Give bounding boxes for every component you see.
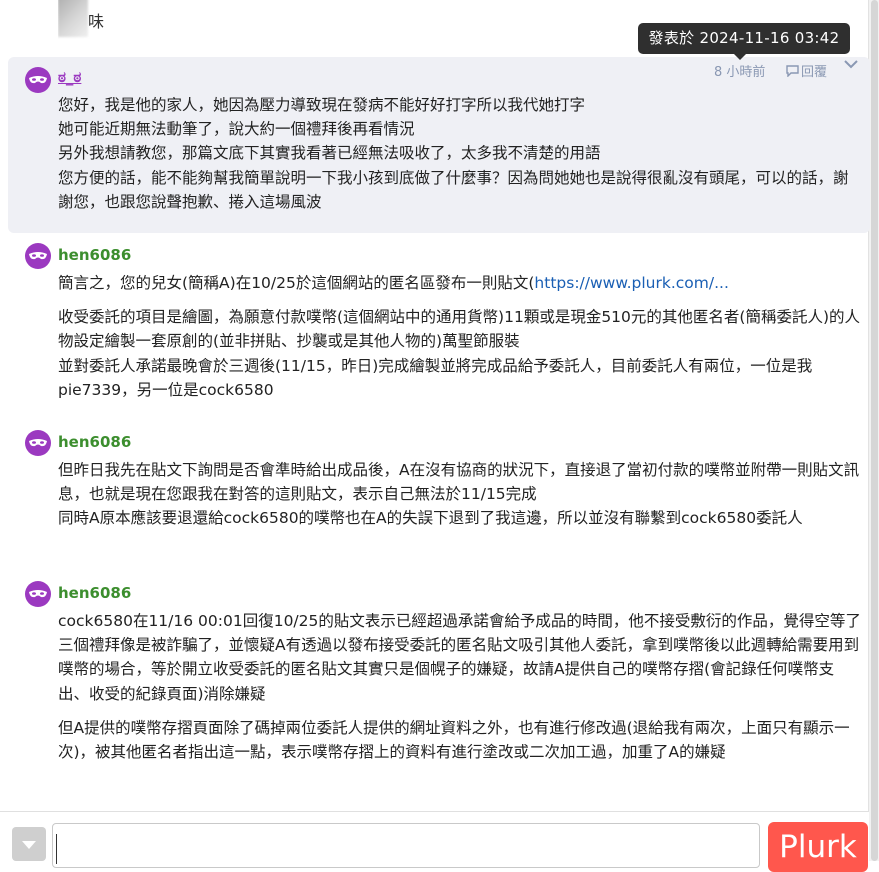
response-paragraph: 並對委託人承諾最晚會於三週後(11/15，昨日)完成繪製並將完成品給予委託人，目…	[58, 356, 813, 399]
reply-label: 回覆	[801, 65, 828, 80]
plurk-submit-button[interactable]: Plurk	[768, 822, 868, 872]
response-text: 簡言之，您的兒女(簡稱A)在10/25於這個網站的匿名區發布一則貼文(	[58, 274, 535, 292]
response-item: hen6086 但昨日我先在貼文下詢問是否會準時給出成品後，A在沒有協商的狀況下…	[8, 422, 870, 572]
response-content: cock6580在11/16 00:01回復10/25的貼文表示已經超過承諾會給…	[58, 609, 863, 764]
thumbnail-text: 味	[88, 12, 105, 31]
response-item: hen6086 簡言之，您的兒女(簡稱A)在10/25於這個網站的匿名區發布一則…	[8, 236, 870, 416]
response-line: 另外我想請教您，那篇文底下其實我看著已經無法吸收了，太多我不清楚的用語	[58, 144, 601, 163]
response-paragraph: 簡言之，您的兒女(簡稱A)在10/25於這個網站的匿名區發布一則貼文(https…	[58, 271, 863, 295]
response-paragraph: 但A提供的噗幣存摺頁面除了碼掉兩位委託人提供的網址資料之外，也有進行修改過(退給…	[58, 718, 850, 762]
timestamp-tooltip: 發表於 2024-11-16 03:42	[638, 23, 850, 60]
response-username[interactable]: hen6086	[58, 246, 131, 264]
expand-composer-button[interactable]	[12, 827, 46, 861]
response-item: ಠ_ಠ 您好，我是他的家人，她因為壓力導致現在發病不能好好打字所以我代她打字 她…	[8, 57, 870, 233]
speech-bubble-icon	[786, 64, 799, 77]
thumbnail-image	[58, 0, 88, 37]
scrollbar-thumb[interactable]	[871, 0, 878, 861]
response-paragraph: 收受委託的項目是繪圖，為願意付款噗幣(這個網站中的通用貨幣)11顆或是現金510…	[58, 308, 860, 351]
response-paragraph: cock6580在11/16 00:01回復10/25的貼文表示已經超過承諾會給…	[58, 612, 861, 703]
anonymous-mask-icon	[25, 243, 51, 269]
response-content: 簡言之，您的兒女(簡稱A)在10/25於這個網站的匿名區發布一則貼文(https…	[58, 271, 863, 402]
response-line: 您方便的話，能不能夠幫我簡單說明一下我小孩到底做了什麼事？因為問她她也是說得很亂…	[58, 168, 849, 211]
response-paragraph: 但昨日我先在貼文下詢問是否會準時給出成品後，A在沒有協商的狀況下，直接退了當初付…	[58, 461, 860, 504]
response-input[interactable]	[52, 823, 760, 868]
response-content: 但昨日我先在貼文下詢問是否會準時給出成品後，A在沒有協商的狀況下，直接退了當初付…	[58, 458, 863, 531]
anonymous-mask-icon	[25, 581, 51, 607]
response-username[interactable]: hen6086	[58, 584, 131, 602]
reply-button[interactable]: 回覆	[786, 61, 827, 80]
response-time[interactable]: 8 小時前	[714, 61, 765, 80]
response-line: 您好，我是他的家人，她因為壓力導致現在發病不能好好打字所以我代她打字	[58, 96, 586, 114]
anonymous-mask-icon	[25, 67, 51, 93]
response-item: hen6086 cock6580在11/16 00:01回復10/25的貼文表示…	[8, 573, 870, 803]
response-username[interactable]: ಠ_ಠ	[58, 68, 81, 86]
response-composer: Plurk	[0, 811, 869, 872]
response-line: 她可能近期無法動筆了，說大約一個禮拜後再看情況	[58, 120, 415, 139]
response-content: 您好，我是他的家人，她因為壓力導致現在發病不能好好打字所以我代她打字 她可能近期…	[58, 93, 863, 214]
chevron-down-icon[interactable]	[843, 58, 859, 70]
response-username[interactable]: hen6086	[58, 433, 131, 451]
response-paragraph: 同時A原本應該要退還給cock6580的噗幣也在A的失誤下退到了我這邊，所以並沒…	[58, 509, 803, 528]
anonymous-mask-icon	[25, 430, 51, 456]
previous-image-thumbnail[interactable]: 味	[58, 0, 108, 40]
post-link[interactable]: https://www.plurk.com/...	[534, 274, 728, 292]
text-caret	[56, 834, 57, 864]
